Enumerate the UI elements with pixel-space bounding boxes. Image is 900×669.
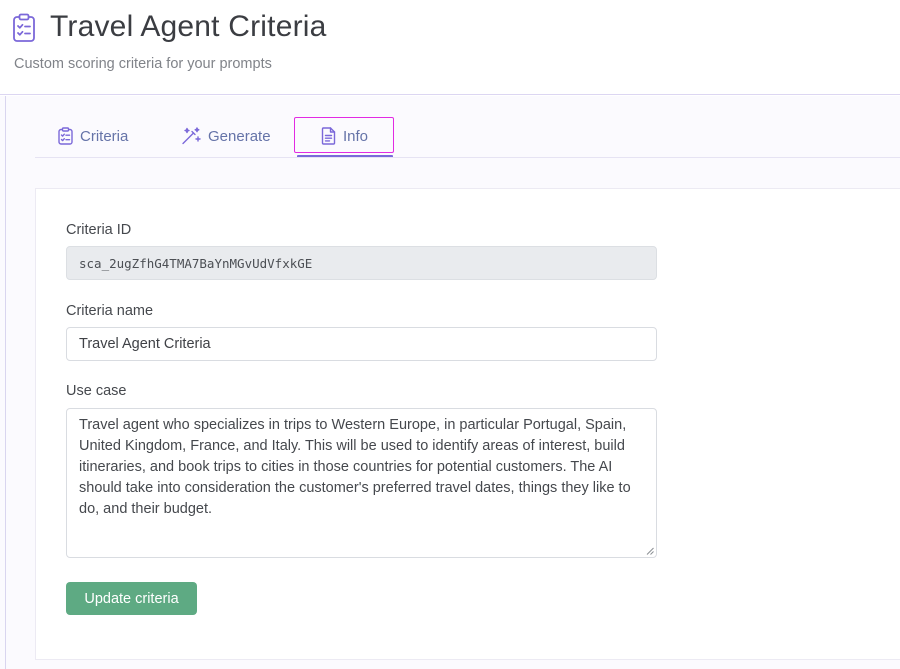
tabs-divider: [35, 157, 900, 158]
tab-info-label: Info: [343, 127, 369, 145]
tab-info[interactable]: Info: [321, 120, 368, 152]
document-icon: [321, 127, 336, 145]
tab-generate[interactable]: Generate: [181, 120, 271, 152]
clipboard-icon: [58, 127, 73, 145]
use-case-label: Use case: [66, 383, 127, 399]
criteria-name-value: Travel Agent Criteria: [79, 336, 211, 352]
use-case-value: Travel agent who specializes in trips to…: [79, 417, 631, 517]
criteria-id-value: sca_2ugZfhG4TMA7BaYnMGvUdVfxkGE: [79, 255, 313, 271]
update-criteria-button[interactable]: Update criteria: [66, 582, 197, 615]
use-case-textarea[interactable]: Travel agent who specializes in trips to…: [66, 408, 657, 558]
tab-generate-label: Generate: [208, 127, 271, 145]
magic-wand-icon: [182, 127, 201, 145]
tab-criteria-label: Criteria: [80, 127, 129, 145]
tab-criteria[interactable]: Criteria: [58, 120, 128, 152]
clipboard-checklist-icon: [13, 13, 35, 42]
resize-handle-icon[interactable]: [646, 547, 654, 555]
criteria-name-field[interactable]: Travel Agent Criteria: [66, 327, 657, 361]
page-header: Travel Agent Criteria Custom scoring cri…: [0, 0, 900, 95]
criteria-id-label: Criteria ID: [66, 222, 132, 238]
sidebar-divider: [5, 96, 6, 669]
page-title: Travel Agent Criteria: [50, 10, 327, 43]
criteria-name-label: Criteria name: [66, 303, 154, 319]
page-subtitle: Custom scoring criteria for your prompts: [14, 56, 272, 72]
criteria-id-field[interactable]: sca_2ugZfhG4TMA7BaYnMGvUdVfxkGE: [66, 246, 657, 280]
